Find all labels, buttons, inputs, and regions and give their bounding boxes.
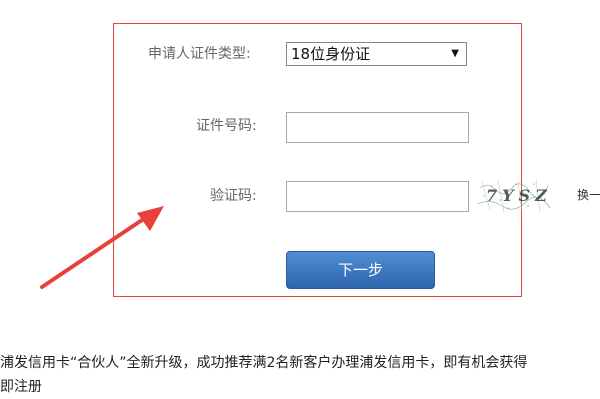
promo-text: 浦发信用卡“合伙人”全新升级，成功推荐满2名新客户办理浦发信用卡，即有机会获得 (0, 355, 528, 371)
captcha-text: 7YSZ (486, 186, 550, 205)
id-type-select[interactable]: 18位身份证 ▼ (286, 42, 467, 66)
captcha-refresh-link[interactable]: 换一 (577, 186, 600, 203)
id-number-label: 证件号码: (196, 118, 257, 134)
caret-down-icon: ▼ (451, 48, 459, 59)
next-step-button[interactable]: 下一步 (286, 251, 435, 289)
id-type-selected-value: 18位身份证 (291, 45, 371, 63)
id-type-label: 申请人证件类型: (148, 46, 251, 62)
registration-page: 申请人证件类型: 18位身份证 ▼ 证件号码: 验证码: 7YSZ 换一 下一步… (0, 0, 600, 399)
captcha-input[interactable] (286, 181, 469, 212)
register-link[interactable]: 即注册 (0, 377, 42, 397)
captcha-image[interactable]: 7YSZ (478, 178, 550, 214)
captcha-label: 验证码: (210, 188, 257, 204)
id-number-input[interactable] (286, 112, 469, 143)
